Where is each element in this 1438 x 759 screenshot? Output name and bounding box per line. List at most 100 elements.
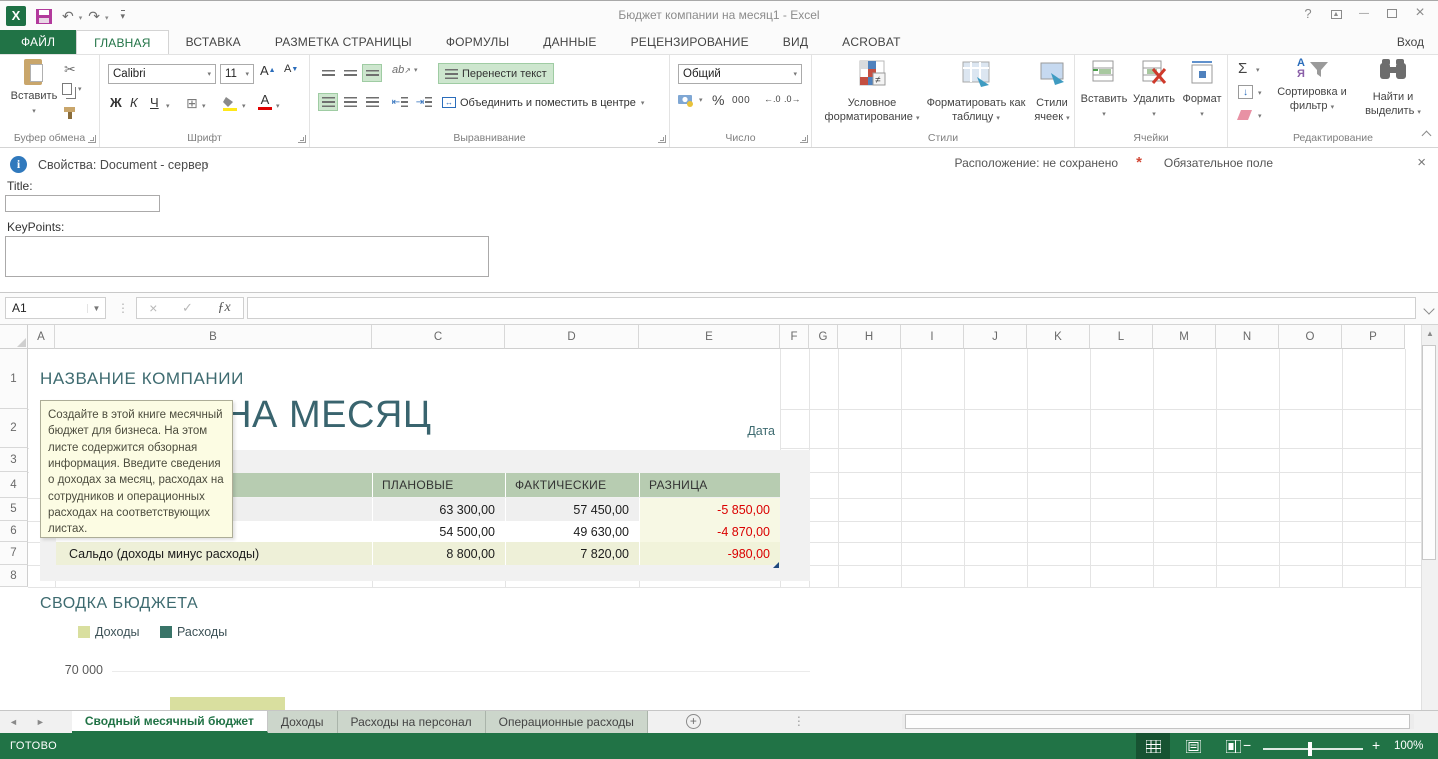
date-label-cell[interactable]: Дата bbox=[690, 424, 775, 438]
row-header-7[interactable]: 7 bbox=[0, 542, 28, 565]
sheet-tab-доходы[interactable]: Доходы bbox=[267, 711, 338, 733]
column-header-B[interactable]: B bbox=[55, 325, 372, 349]
column-header-K[interactable]: K bbox=[1027, 325, 1090, 349]
insert-function-icon[interactable]: ƒx bbox=[218, 300, 231, 316]
summary-heading-cell[interactable]: СВОДКА БЮДЖЕТА bbox=[40, 595, 198, 613]
column-header-F[interactable]: F bbox=[780, 325, 809, 349]
cut-icon[interactable]: ✂ bbox=[64, 61, 76, 78]
autosum-icon[interactable]: Σ bbox=[1238, 60, 1247, 77]
borders-icon[interactable]: ⊞ bbox=[186, 95, 198, 112]
scroll-up-icon[interactable]: ▲ bbox=[1422, 325, 1438, 342]
zoom-out-icon[interactable]: − bbox=[1243, 737, 1251, 753]
fill-color-dropdown-icon[interactable]: ▾ bbox=[242, 102, 246, 110]
sheet-tab-сводный-месячный-бюджет[interactable]: Сводный месячный бюджет bbox=[71, 711, 268, 733]
column-header-A[interactable]: A bbox=[28, 325, 55, 349]
page-layout-view-button[interactable] bbox=[1176, 733, 1210, 759]
formula-bar-grip-icon[interactable]: ⋮ bbox=[117, 301, 130, 315]
format-as-table-button[interactable]: Форматировать как таблицу ▾ bbox=[924, 59, 1028, 124]
sheet-tab-операционные-расходы[interactable]: Операционные расходы bbox=[485, 711, 648, 733]
horizontal-scroll-thumb[interactable] bbox=[905, 714, 1410, 729]
font-size-combo[interactable]: 11 ▾ bbox=[220, 64, 254, 84]
confirm-entry-icon[interactable]: ✓ bbox=[182, 300, 193, 316]
fill-dropdown-icon[interactable]: ▾ bbox=[1258, 89, 1262, 97]
row-header-4[interactable]: 4 bbox=[0, 472, 28, 498]
column-header-E[interactable]: E bbox=[639, 325, 780, 349]
name-box-dropdown-icon[interactable]: ▼ bbox=[87, 303, 105, 313]
zoom-slider-thumb[interactable] bbox=[1308, 742, 1312, 756]
column-header-C[interactable]: C bbox=[372, 325, 505, 349]
row-header-3[interactable]: 3 bbox=[0, 448, 28, 472]
column-header-N[interactable]: N bbox=[1216, 325, 1279, 349]
font-color-dropdown-icon[interactable]: ▾ bbox=[276, 102, 280, 110]
wrap-text-button[interactable]: Перенести текст bbox=[438, 63, 554, 84]
budget-diff-value[interactable]: -4 870,00 bbox=[639, 521, 780, 542]
vertical-scroll-thumb[interactable] bbox=[1422, 345, 1436, 560]
sort-filter-button[interactable]: АЯ Сортировка и фильтр ▾ bbox=[1270, 57, 1354, 114]
name-box[interactable]: A1 ▼ bbox=[5, 297, 106, 319]
font-family-combo[interactable]: Calibri ▾ bbox=[108, 64, 216, 84]
budget-fact-value[interactable]: 57 450,00 bbox=[505, 498, 639, 521]
tab-главная[interactable]: ГЛАВНАЯ bbox=[76, 30, 169, 54]
row-header-8[interactable]: 8 bbox=[0, 565, 28, 587]
bold-button[interactable]: Ж bbox=[110, 95, 122, 110]
insert-cells-button[interactable]: Вставить ▾ bbox=[1079, 59, 1129, 120]
budget-table-header-2[interactable]: ФАКТИЧЕСКИЕ bbox=[505, 473, 639, 497]
autosum-dropdown-icon[interactable]: ▾ bbox=[1256, 66, 1260, 74]
chart-bar-income[interactable] bbox=[170, 697, 285, 710]
column-header-I[interactable]: I bbox=[901, 325, 964, 349]
budget-row-label[interactable]: Сальдо (доходы минус расходы) bbox=[56, 542, 372, 565]
shrink-font-icon[interactable]: А ▼ bbox=[284, 63, 298, 75]
new-sheet-button[interactable]: + bbox=[685, 714, 701, 729]
sheet-nav-right-icon[interactable]: ► bbox=[27, 711, 54, 733]
zoom-in-icon[interactable]: + bbox=[1372, 737, 1380, 753]
tab-разметка-страницы[interactable]: РАЗМЕТКА СТРАНИЦЫ bbox=[258, 30, 429, 54]
italic-button[interactable]: К bbox=[130, 95, 138, 110]
fill-color-icon[interactable] bbox=[222, 95, 239, 111]
normal-view-button[interactable] bbox=[1136, 733, 1170, 759]
tab-данные[interactable]: ДАННЫЕ bbox=[526, 30, 613, 54]
budget-table-header-3[interactable]: РАЗНИЦА bbox=[639, 473, 780, 497]
merge-center-button[interactable]: ↔ Объединить и поместить в центре ▾ bbox=[438, 92, 648, 113]
zoom-slider-track[interactable] bbox=[1263, 748, 1363, 750]
worksheet-grid[interactable]: ABCDEFGHIJKLMNOP 12345678 НАЗВАНИЕ КОМПА… bbox=[0, 325, 1421, 710]
copy-icon[interactable]: ▾ bbox=[62, 83, 82, 95]
tab-file[interactable]: ФАЙЛ bbox=[0, 30, 77, 54]
clear-icon[interactable] bbox=[1236, 108, 1254, 122]
horizontal-scrollbar[interactable] bbox=[902, 714, 1414, 729]
minimize-icon[interactable]: — bbox=[1350, 8, 1378, 19]
number-dialog-launcher-icon[interactable] bbox=[800, 135, 808, 143]
align-bottom-icon[interactable] bbox=[362, 64, 382, 82]
properties-dropdown[interactable]: Свойства: Document - сервер bbox=[38, 158, 208, 172]
tab-вставка[interactable]: ВСТАВКА bbox=[169, 30, 258, 54]
percent-style-icon[interactable]: % bbox=[712, 92, 724, 108]
ribbon-options-icon[interactable]: ▲ bbox=[1322, 8, 1350, 19]
close-panel-icon[interactable]: × bbox=[1417, 154, 1426, 171]
number-format-combo[interactable]: Общий ▾ bbox=[678, 64, 802, 84]
budget-plan-value[interactable]: 54 500,00 bbox=[372, 521, 505, 542]
column-header-J[interactable]: J bbox=[964, 325, 1027, 349]
alignment-dialog-launcher-icon[interactable] bbox=[658, 135, 666, 143]
font-color-icon[interactable]: А bbox=[258, 93, 272, 110]
title-field[interactable] bbox=[5, 195, 160, 212]
column-header-D[interactable]: D bbox=[505, 325, 639, 349]
increase-indent-icon[interactable]: ⇥ bbox=[414, 93, 434, 111]
row-header-2[interactable]: 2 bbox=[0, 409, 28, 448]
row-header-6[interactable]: 6 bbox=[0, 521, 28, 542]
legend-item-расходы[interactable]: Расходы bbox=[160, 625, 227, 639]
font-dialog-launcher-icon[interactable] bbox=[298, 135, 306, 143]
sheet-nav-left-icon[interactable]: ◄ bbox=[0, 711, 27, 733]
comma-style-icon[interactable]: 000 bbox=[732, 95, 750, 106]
select-all-corner[interactable] bbox=[0, 325, 28, 349]
expand-formula-bar-icon[interactable] bbox=[1423, 303, 1435, 315]
column-header-M[interactable]: M bbox=[1153, 325, 1216, 349]
tabbar-grip-icon[interactable]: ⋮ bbox=[793, 714, 805, 733]
clear-dropdown-icon[interactable]: ▾ bbox=[1258, 112, 1262, 120]
column-header-G[interactable]: G bbox=[809, 325, 838, 349]
increase-decimal-icon[interactable]: ←.0 bbox=[764, 94, 781, 104]
underline-dropdown-icon[interactable]: ▾ bbox=[166, 102, 170, 110]
budget-plan-value[interactable]: 8 800,00 bbox=[372, 542, 505, 565]
align-middle-icon[interactable] bbox=[340, 64, 360, 82]
align-right-icon[interactable] bbox=[362, 93, 382, 111]
maximize-icon[interactable] bbox=[1378, 6, 1406, 21]
zoom-percentage[interactable]: 100% bbox=[1394, 740, 1423, 752]
